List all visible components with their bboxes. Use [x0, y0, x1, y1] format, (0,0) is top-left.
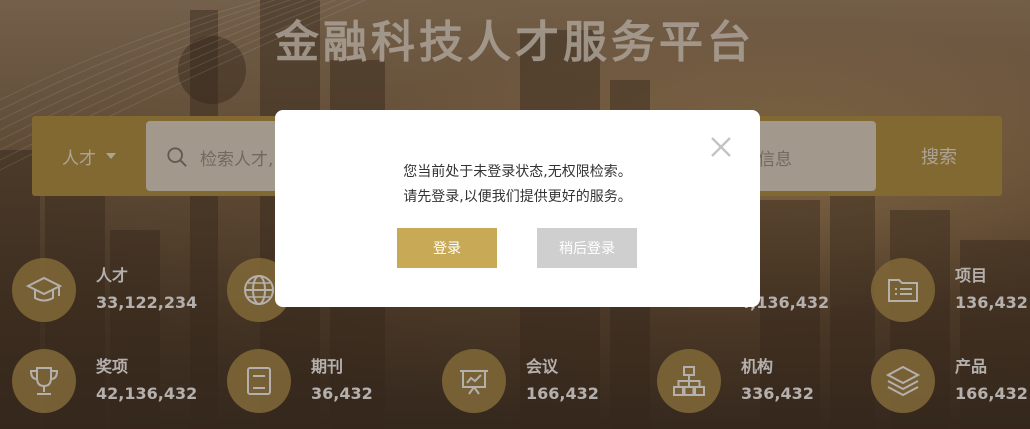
dialog-message-line1: 您当前处于未登录状态,无权限检索。 [403, 164, 632, 180]
login-required-dialog: 您当前处于未登录状态,无权限检索。 请先登录,以便我们提供更好的服务。 登录 稍… [275, 110, 760, 307]
login-later-button[interactable]: 稍后登录 [537, 228, 637, 268]
dialog-message: 您当前处于未登录状态,无权限检索。 请先登录,以便我们提供更好的服务。 [275, 160, 760, 210]
dialog-message-line2: 请先登录,以便我们提供更好的服务。 [403, 189, 632, 205]
close-icon[interactable] [709, 135, 733, 159]
login-button[interactable]: 登录 [397, 228, 497, 268]
